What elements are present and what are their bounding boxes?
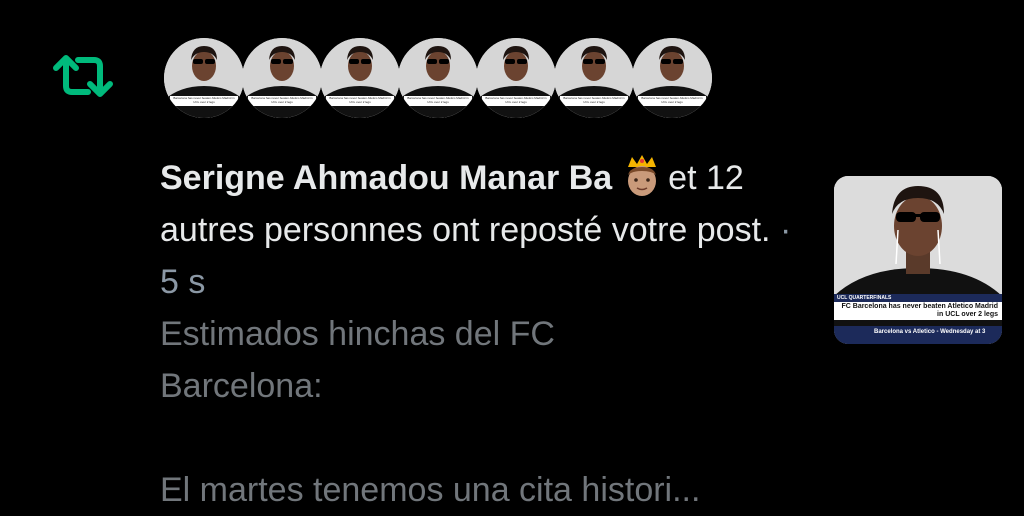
avatar-photo: [164, 38, 244, 118]
avatar-photo: [398, 38, 478, 118]
thumbnail-caption-text: FC Barcelona has never beaten Atletico M…: [841, 303, 998, 318]
thumbnail-caption-small: UCL QUARTERFINALS: [834, 294, 1002, 302]
user-name[interactable]: Serigne Ahmadou Manar Ba: [160, 159, 612, 197]
avatar-caption: Barcelona has never beaten Atletico Madr…: [482, 96, 550, 106]
avatar[interactable]: Barcelona has never beaten Atletico Madr…: [632, 38, 712, 118]
preview-line: Barcelona:: [160, 367, 323, 405]
avatar-photo: [476, 38, 556, 118]
post-thumbnail[interactable]: UCL QUARTERFINALS FC Barcelona has never…: [834, 176, 1002, 344]
avatar-caption: Barcelona has never beaten Atletico Madr…: [326, 96, 394, 106]
preview-line: [160, 412, 810, 464]
avatar-caption: Barcelona has never beaten Atletico Madr…: [248, 96, 316, 106]
avatar[interactable]: Barcelona has never beaten Atletico Madr…: [554, 38, 634, 118]
repost-icon: [53, 55, 113, 97]
avatar[interactable]: Barcelona has never beaten Atletico Madr…: [164, 38, 244, 118]
avatar-photo: [320, 38, 400, 118]
avatar[interactable]: Barcelona has never beaten Atletico Madr…: [320, 38, 400, 118]
post-preview[interactable]: Estimados hinchas del FC Barcelona: El mar…: [160, 308, 810, 516]
preview-line: El martes tenemos una cita histori...: [160, 471, 701, 509]
thumbnail-caption: UCL QUARTERFINALS FC Barcelona has never…: [834, 294, 1002, 320]
avatar-caption: Barcelona has never beaten Atletico Madr…: [170, 96, 238, 106]
avatar-caption: Barcelona has never beaten Atletico Madr…: [638, 96, 706, 106]
preview-line: Estimados hinchas del FC: [160, 315, 555, 353]
avatar-caption: Barcelona has never beaten Atletico Madr…: [560, 96, 628, 106]
avatar-caption: Barcelona has never beaten Atletico Madr…: [404, 96, 472, 106]
avatar-photo: [632, 38, 712, 118]
avatar[interactable]: Barcelona has never beaten Atletico Madr…: [476, 38, 556, 118]
avatar[interactable]: Barcelona has never beaten Atletico Madr…: [398, 38, 478, 118]
prince-emoji-icon: [628, 155, 657, 196]
avatar[interactable]: Barcelona has never beaten Atletico Madr…: [242, 38, 322, 118]
thumbnail-ticker: Barcelona vs Atletico - Wednesday at 3: [834, 326, 1002, 344]
avatar-photo: [242, 38, 322, 118]
avatar-photo: [554, 38, 634, 118]
notification-text[interactable]: Serigne Ahmadou Manar Ba et 12 autres pe…: [160, 152, 800, 308]
